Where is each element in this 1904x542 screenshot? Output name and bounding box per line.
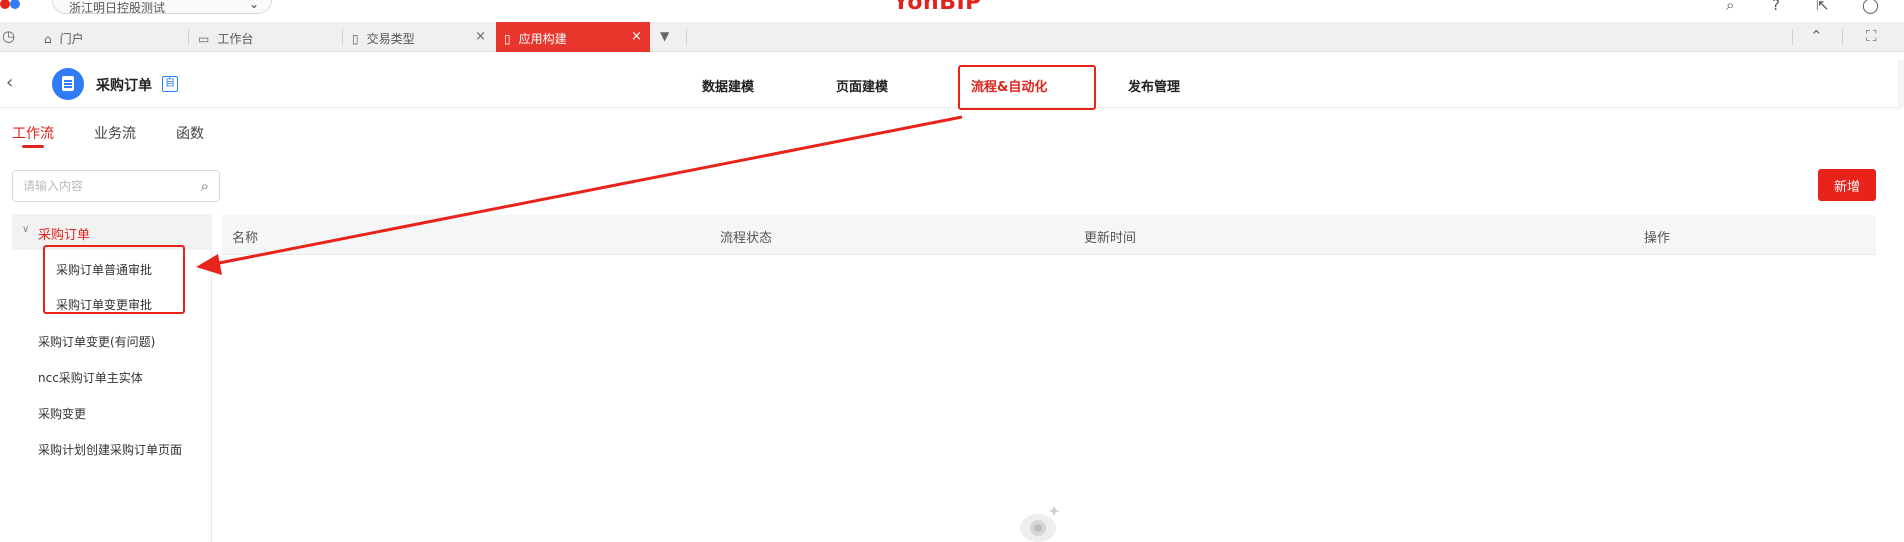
tab-label: 工作台: [217, 32, 254, 46]
annotation-box-tree: [43, 245, 185, 314]
annotation-box-nav: [958, 65, 1096, 110]
tab-bar: ◷ ⌂ 门户 ▭ 工作台 ▯ 交易类型 × ▯ 应用构建 × ▼ ⌃ ⛶: [0, 22, 1904, 52]
table-header: 名称 流程状态 更新时间 操作: [222, 215, 1876, 255]
tab-label: 应用构建: [518, 32, 567, 46]
empty-state-icon: [1020, 506, 1060, 542]
org-selector-label: 浙江明日控股测试: [69, 1, 166, 15]
app-title: 采购订单: [96, 78, 152, 94]
app-icon: [52, 68, 84, 100]
history-icon[interactable]: ◷: [2, 27, 15, 45]
chevron-down-icon: ⌄: [248, 0, 259, 11]
search-icon[interactable]: ⌕: [201, 177, 209, 195]
tree-item[interactable]: 采购计划创建采购订单页面: [38, 441, 182, 458]
tab-transaction-type[interactable]: ▯ 交易类型 ×: [344, 22, 494, 52]
nav-tab-publish-management[interactable]: 发布管理: [1128, 76, 1180, 95]
column-header-status: 流程状态: [720, 231, 773, 246]
column-header-name: 名称: [232, 231, 259, 246]
back-arrow-icon[interactable]: ‹: [6, 72, 13, 93]
app-header: ‹ 采购订单 自 数据建模 页面建模 流程&自动化 发布管理: [0, 60, 1904, 108]
nav-tab-data-modeling[interactable]: 数据建模: [702, 76, 754, 95]
tab-label: 门户: [59, 32, 84, 46]
nav-tab-page-modeling[interactable]: 页面建模: [836, 76, 888, 95]
document-icon: ▯: [504, 32, 511, 46]
logo-dots: [0, 0, 20, 13]
tree-item[interactable]: 采购变更: [38, 405, 86, 422]
export-icon[interactable]: ⇱: [1816, 0, 1829, 14]
org-selector[interactable]: 浙江明日控股测试 ⌄: [52, 0, 272, 15]
subtab-workflow[interactable]: 工作流: [12, 123, 54, 143]
search-icon[interactable]: ⌕: [1726, 0, 1734, 14]
top-bar: 浙江明日控股测试 ⌄ YonBIP ⌕ ? ⇱ ◯: [0, 0, 1904, 22]
search-box: ⌕: [12, 170, 220, 202]
tree-item[interactable]: 采购订单变更(有问题): [38, 333, 155, 350]
home-icon: ⌂: [44, 32, 52, 46]
active-tab-indicator: [22, 145, 44, 148]
tab-divider: [1842, 29, 1843, 45]
tab-app-build[interactable]: ▯ 应用构建 ×: [496, 22, 650, 52]
tab-divider: [1792, 29, 1793, 45]
tree-item[interactable]: ncc采购订单主实体: [38, 369, 143, 386]
document-icon: ▯: [352, 32, 359, 46]
tab-divider: [342, 29, 343, 45]
help-icon[interactable]: ?: [1772, 0, 1780, 14]
tab-portal[interactable]: ⌂ 门户: [36, 22, 186, 52]
tab-divider: [188, 29, 189, 45]
chevron-up-icon[interactable]: ⌃: [1810, 27, 1823, 45]
tab-divider: [686, 29, 687, 45]
close-icon[interactable]: ×: [631, 29, 642, 44]
tab-dropdown-icon[interactable]: ▼: [660, 29, 669, 43]
tab-label: 交易类型: [366, 32, 415, 46]
close-icon[interactable]: ×: [475, 29, 486, 44]
subtab-functions[interactable]: 函数: [176, 123, 204, 143]
user-avatar-icon[interactable]: ◯: [1862, 0, 1879, 14]
tree-root-label: 采购订单: [38, 228, 91, 243]
subtab-business-flow[interactable]: 业务流: [94, 123, 136, 143]
chevron-down-icon[interactable]: ∨: [22, 224, 29, 235]
column-header-actions: 操作: [1644, 231, 1671, 246]
scrollbar[interactable]: [1898, 60, 1904, 108]
search-input[interactable]: [23, 179, 183, 193]
column-header-updated: 更新时间: [1084, 231, 1137, 246]
add-button[interactable]: 新增: [1818, 169, 1876, 201]
monitor-icon: ▭: [198, 32, 210, 46]
fullscreen-icon[interactable]: ⛶: [1866, 27, 1877, 45]
brand-logo: YonBIP: [893, 0, 982, 15]
app-badge: 自: [162, 76, 178, 92]
tab-workbench[interactable]: ▭ 工作台: [190, 22, 340, 52]
